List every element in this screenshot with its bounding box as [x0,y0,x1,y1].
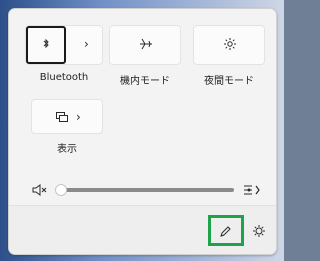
bluetooth-label: Bluetooth [39,72,89,83]
bluetooth-toggle-tile[interactable]: › [25,25,103,65]
display-icon [53,108,71,126]
bluetooth-icon [37,35,55,53]
night-mode-label: 夜間モード [204,76,254,87]
desktop-background: › Bluetooth 機内モード 夜間モード › 表示 [0,0,284,261]
airplane-icon [137,35,155,53]
audio-output-icon[interactable] [242,181,262,199]
chevron-right-icon[interactable]: › [76,111,81,123]
display-label: 表示 [57,144,77,155]
chevron-right-icon: › [84,37,89,51]
night-mode-tile[interactable] [193,25,265,65]
speaker-mute-icon[interactable] [31,182,47,198]
airplane-mode-label: 機内モード [120,76,170,87]
bluetooth-expand-button[interactable]: › [70,26,104,64]
pencil-icon [220,226,231,237]
quick-settings-footer [9,205,276,254]
edit-quick-settings-button[interactable] [218,224,232,238]
display-tile[interactable]: › [31,99,103,134]
airplane-mode-tile[interactable] [109,25,181,65]
settings-button[interactable] [251,223,267,239]
night-mode-icon [221,35,239,53]
volume-slider-track[interactable] [61,188,234,192]
quick-settings-panel: › Bluetooth 機内モード 夜間モード › 表示 [8,8,277,255]
volume-slider-thumb[interactable] [55,184,67,196]
gear-icon [253,225,265,237]
